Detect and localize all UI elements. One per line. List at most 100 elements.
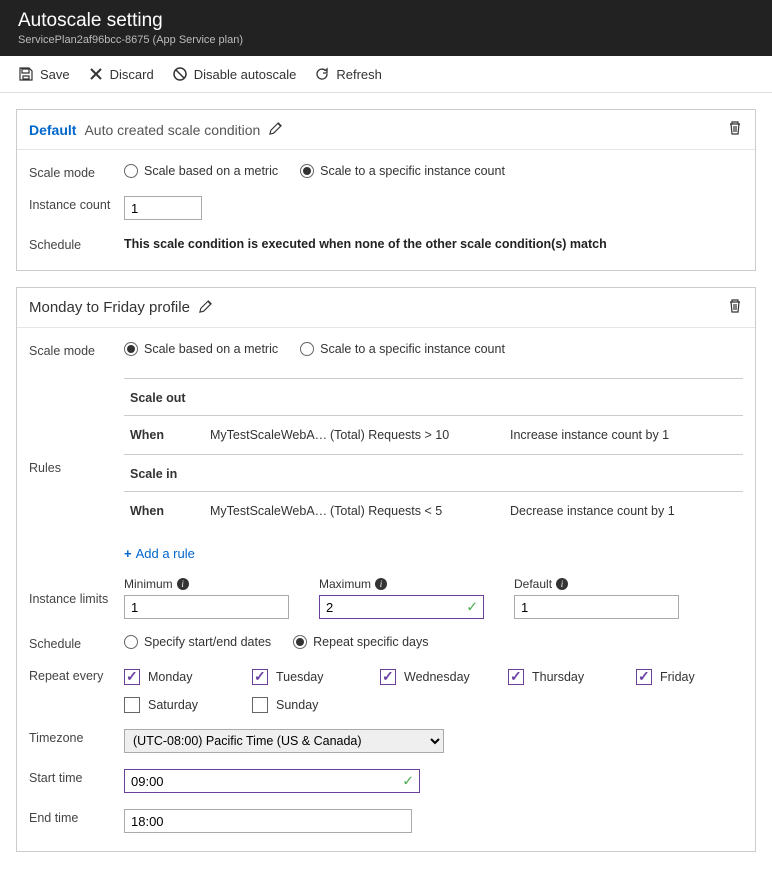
radio-icon xyxy=(124,342,138,356)
radio-days-label: Repeat specific days xyxy=(313,635,428,649)
radio-count-label: Scale to a specific instance count xyxy=(320,342,505,356)
toolbar: Save Discard Disable autoscale Refresh xyxy=(0,56,772,93)
refresh-button[interactable]: Refresh xyxy=(314,66,382,82)
repeat-every-label: Repeat every xyxy=(29,667,124,683)
day-label: Friday xyxy=(660,670,695,684)
checkbox-icon xyxy=(252,669,268,685)
discard-label: Discard xyxy=(110,67,154,82)
edit-week-button[interactable] xyxy=(198,299,213,317)
default-profile-header: Default Auto created scale condition xyxy=(17,110,755,150)
checkbox-icon xyxy=(508,669,524,685)
radio-icon xyxy=(124,164,138,178)
save-icon xyxy=(18,66,34,82)
disable-autoscale-button[interactable]: Disable autoscale xyxy=(172,66,297,82)
plus-icon: + xyxy=(124,546,132,561)
trash-icon xyxy=(727,298,743,314)
delete-default-button[interactable] xyxy=(727,120,743,139)
week-profile-header: Monday to Friday profile xyxy=(17,288,755,328)
radio-count-label: Scale to a specific instance count xyxy=(320,164,505,178)
instance-count-label: Instance count xyxy=(29,196,124,212)
default-profile-panel: Default Auto created scale condition Sca… xyxy=(16,109,756,271)
end-time-input[interactable] xyxy=(124,809,412,833)
checkbox-thursday[interactable]: Thursday xyxy=(508,669,636,685)
week-profile-title: Monday to Friday profile xyxy=(29,299,190,316)
instance-limits-label: Instance limits xyxy=(29,590,124,606)
checkbox-friday[interactable]: Friday xyxy=(636,669,716,685)
radio-metric-label: Scale based on a metric xyxy=(144,342,278,356)
checkbox-tuesday[interactable]: Tuesday xyxy=(252,669,380,685)
radio-icon xyxy=(124,635,138,649)
scale-out-rule-row[interactable]: When MyTestScaleWebA… (Total) Requests >… xyxy=(124,416,743,455)
checkbox-icon xyxy=(124,697,140,713)
add-rule-link[interactable]: + Add a rule xyxy=(124,546,195,561)
save-button[interactable]: Save xyxy=(18,66,70,82)
scale-mode-label: Scale mode xyxy=(29,164,124,180)
checkbox-sunday[interactable]: Sunday xyxy=(252,697,380,713)
checkbox-saturday[interactable]: Saturday xyxy=(124,697,252,713)
page-header: Autoscale setting ServicePlan2af96bcc-86… xyxy=(0,0,772,56)
scale-out-heading: Scale out xyxy=(124,379,743,416)
disable-label: Disable autoscale xyxy=(194,67,297,82)
max-label: Maximum xyxy=(319,577,371,591)
timezone-select[interactable]: (UTC-08:00) Pacific Time (US & Canada) xyxy=(124,729,444,753)
radio-icon xyxy=(300,342,314,356)
page-title: Autoscale setting xyxy=(18,10,754,32)
refresh-label: Refresh xyxy=(336,67,382,82)
info-icon[interactable]: i xyxy=(556,578,568,590)
info-icon[interactable]: i xyxy=(177,578,189,590)
pencil-icon xyxy=(198,299,213,314)
checkbox-monday[interactable]: Monday xyxy=(124,669,252,685)
scale-mode-label: Scale mode xyxy=(29,342,124,358)
rule-when-label: When xyxy=(130,428,210,442)
day-label: Thursday xyxy=(532,670,584,684)
checkbox-icon xyxy=(636,669,652,685)
radio-metric-label: Scale based on a metric xyxy=(144,164,278,178)
checkbox-icon xyxy=(252,697,268,713)
radio-specify-dates[interactable]: Specify start/end dates xyxy=(124,635,271,649)
end-time-label: End time xyxy=(29,809,124,825)
radio-dates-label: Specify start/end dates xyxy=(144,635,271,649)
default-subtitle: Auto created scale condition xyxy=(84,122,260,138)
rule-when-label: When xyxy=(130,504,210,518)
info-icon[interactable]: i xyxy=(375,578,387,590)
default-label: Default xyxy=(514,577,552,591)
rule-in-condition: (Total) Requests < 5 xyxy=(330,504,510,518)
checkbox-wednesday[interactable]: Wednesday xyxy=(380,669,508,685)
rules-label: Rules xyxy=(29,461,124,475)
timezone-label: Timezone xyxy=(29,729,124,745)
start-time-input[interactable] xyxy=(124,769,420,793)
edit-default-button[interactable] xyxy=(268,121,283,139)
week-profile-panel: Monday to Friday profile Scale mode Scal… xyxy=(16,287,756,852)
day-label: Saturday xyxy=(148,698,198,712)
schedule-label: Schedule xyxy=(29,236,124,252)
page-subtitle: ServicePlan2af96bcc-8675 (App Service pl… xyxy=(18,34,754,46)
scale-in-rule-row[interactable]: When MyTestScaleWebA… (Total) Requests <… xyxy=(124,492,743,530)
radio-icon xyxy=(293,635,307,649)
rule-in-action: Decrease instance count by 1 xyxy=(510,504,737,518)
delete-week-button[interactable] xyxy=(727,298,743,317)
radio-icon xyxy=(300,164,314,178)
day-label: Tuesday xyxy=(276,670,323,684)
radio-scale-count[interactable]: Scale to a specific instance count xyxy=(300,342,505,356)
radio-scale-metric[interactable]: Scale based on a metric xyxy=(124,164,278,178)
save-label: Save xyxy=(40,67,70,82)
default-title: Default xyxy=(29,122,76,138)
refresh-icon xyxy=(314,66,330,82)
min-input[interactable] xyxy=(124,595,289,619)
rule-out-condition: (Total) Requests > 10 xyxy=(330,428,510,442)
rule-in-resource: MyTestScaleWebA… xyxy=(210,504,330,518)
add-rule-label: Add a rule xyxy=(136,546,195,561)
instance-count-input[interactable] xyxy=(124,196,202,220)
checkbox-icon xyxy=(124,669,140,685)
day-label: Sunday xyxy=(276,698,318,712)
radio-scale-count[interactable]: Scale to a specific instance count xyxy=(300,164,505,178)
radio-repeat-days[interactable]: Repeat specific days xyxy=(293,635,428,649)
default-input[interactable] xyxy=(514,595,679,619)
scale-in-heading: Scale in xyxy=(124,455,743,492)
start-time-label: Start time xyxy=(29,769,124,785)
schedule-note: This scale condition is executed when no… xyxy=(124,237,607,251)
max-input[interactable] xyxy=(319,595,484,619)
radio-scale-metric[interactable]: Scale based on a metric xyxy=(124,342,278,356)
discard-button[interactable]: Discard xyxy=(88,66,154,82)
pencil-icon xyxy=(268,121,283,136)
